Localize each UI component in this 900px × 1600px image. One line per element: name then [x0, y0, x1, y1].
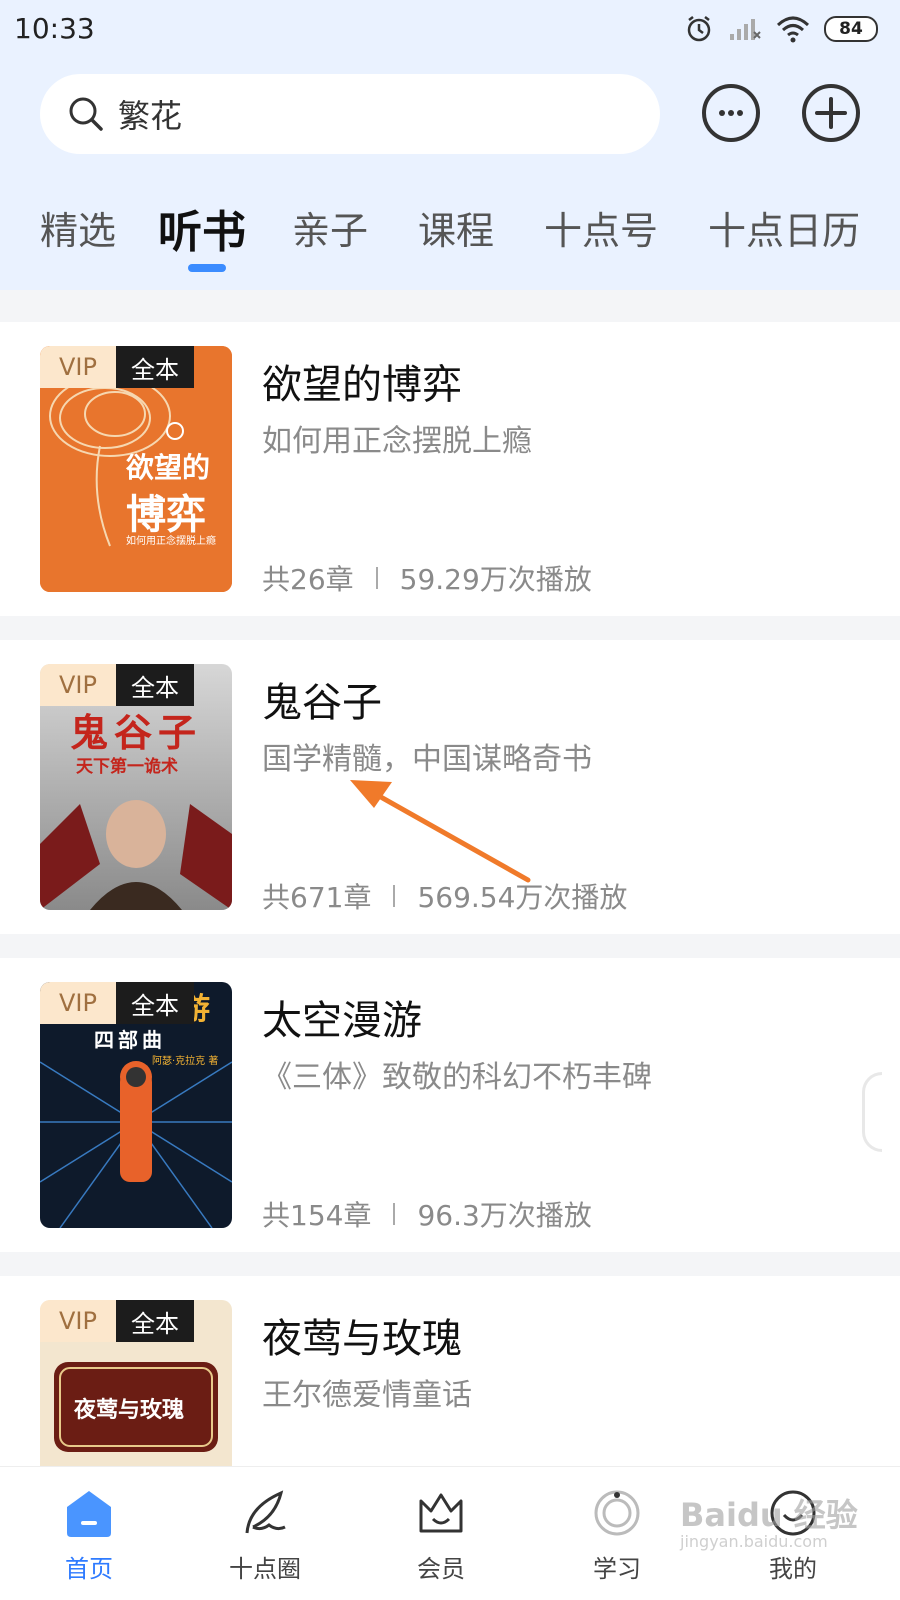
nav-shidian-circle-label: 十点圈 [229, 1555, 301, 1583]
nav-profile-label: 我的 [769, 1555, 817, 1583]
nav-home-label: 首页 [65, 1555, 113, 1583]
nav-membership[interactable]: 会员 [386, 1485, 496, 1584]
feather-icon [245, 1490, 286, 1534]
study-icon [594, 1490, 640, 1536]
home-icon [67, 1491, 111, 1537]
crown-icon [419, 1493, 463, 1533]
side-drawer-handle[interactable] [862, 1072, 882, 1152]
nav-shidian-circle[interactable]: 十点圈 [210, 1485, 320, 1584]
watermark: Baidu 经验 [680, 1496, 858, 1534]
nav-study[interactable]: 学习 [562, 1485, 672, 1584]
nav-membership-label: 会员 [417, 1555, 465, 1583]
nav-study-label: 学习 [593, 1555, 641, 1583]
watermark-url: jingyan.baidu.com [680, 1532, 828, 1551]
annotation-arrow [350, 780, 531, 883]
nav-home[interactable]: 首页 [34, 1485, 144, 1584]
